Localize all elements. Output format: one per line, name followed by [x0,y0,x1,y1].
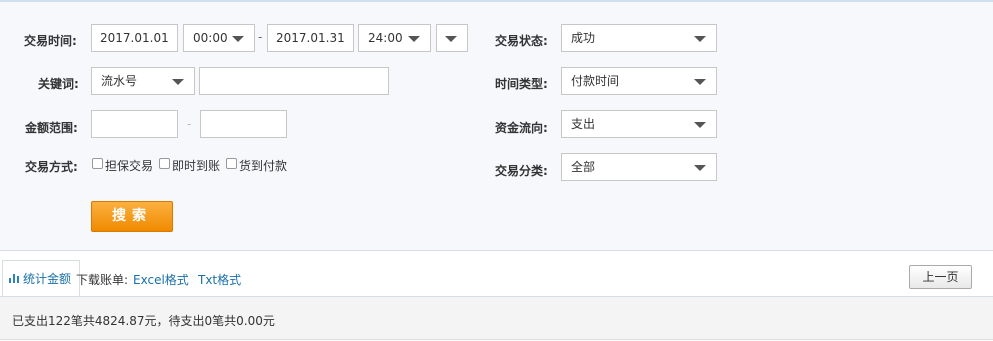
time-type-select[interactable]: 付款时间 [561,67,717,95]
fund-flow-select[interactable]: 支出 [561,110,717,138]
amount-range-label: 金额范围: [25,121,78,135]
time-type-label: 时间类型: [495,77,548,91]
trade-status-label: 交易状态: [495,34,548,48]
fund-flow-label: 资金流向: [495,121,548,135]
trade-category-value: 全部 [571,160,596,174]
chevron-down-icon [694,79,706,85]
chevron-down-icon [172,79,184,85]
start-time-value: 00:00 [193,31,228,45]
chevron-down-icon [694,36,706,42]
bar-chart-icon [9,274,19,283]
trade-status-select[interactable]: 成功 [561,24,717,52]
date-preset-dropdown[interactable] [436,24,468,52]
download-bill-label: 下载账单: [76,273,129,287]
amount-max-input[interactable] [200,110,287,138]
time-type-value: 付款时间 [571,74,620,88]
date-range-separator: - [258,30,263,44]
cod-label: 货到付款 [239,159,288,173]
keyword-input[interactable] [199,67,389,95]
end-time-select[interactable]: 24:00 [358,24,431,52]
end-date-input[interactable]: 2017.01.31 [267,24,354,52]
prev-page-button[interactable]: 上一页 [909,265,972,289]
excel-download-link[interactable]: Excel格式 [133,271,189,288]
chevron-down-icon [694,165,706,171]
trade-category-label: 交易分类: [495,164,548,178]
start-date-input[interactable]: 2017.01.01 [91,24,178,52]
tab-stats-label: 统计金额 [23,272,72,286]
fund-flow-value: 支出 [571,117,596,131]
start-time-select[interactable]: 00:00 [183,24,255,52]
trade-time-label: 交易时间: [24,34,77,48]
keyword-type-value: 流水号 [101,74,138,88]
instant-checkbox[interactable] [159,158,170,169]
escrow-label: 担保交易 [105,159,154,173]
txt-download-link[interactable]: Txt格式 [198,271,241,288]
amount-min-input[interactable] [91,110,178,138]
trade-category-select[interactable]: 全部 [561,153,717,181]
trade-status-value: 成功 [571,31,596,45]
trade-method-label: 交易方式: [25,160,78,174]
results-toolbar: 统计金额 下载账单: Excel格式 Txt格式 [0,252,993,297]
chevron-down-icon [408,36,420,42]
keyword-type-select[interactable]: 流水号 [91,67,195,95]
amount-range-separator: - [187,117,192,131]
summary-text: 已支出122笔共4824.87元，待支出0笔共0.00元 [12,314,275,328]
chevron-down-icon [232,36,244,42]
escrow-checkbox[interactable] [92,158,103,169]
chevron-down-icon [445,36,457,42]
search-button[interactable]: 搜索 [91,201,173,232]
end-time-value: 24:00 [368,31,403,45]
tab-stats-amount[interactable]: 统计金额 [2,260,80,297]
instant-label: 即时到账 [172,159,221,173]
cod-checkbox[interactable] [226,158,237,169]
summary-bar: 已支出122笔共4824.87元，待支出0笔共0.00元 [0,296,993,340]
chevron-down-icon [694,122,706,128]
search-filter-panel: 交易时间: 2017.01.01 00:00 - 2017.01.31 24:0… [0,0,993,251]
keyword-label: 关键词: [38,77,79,91]
